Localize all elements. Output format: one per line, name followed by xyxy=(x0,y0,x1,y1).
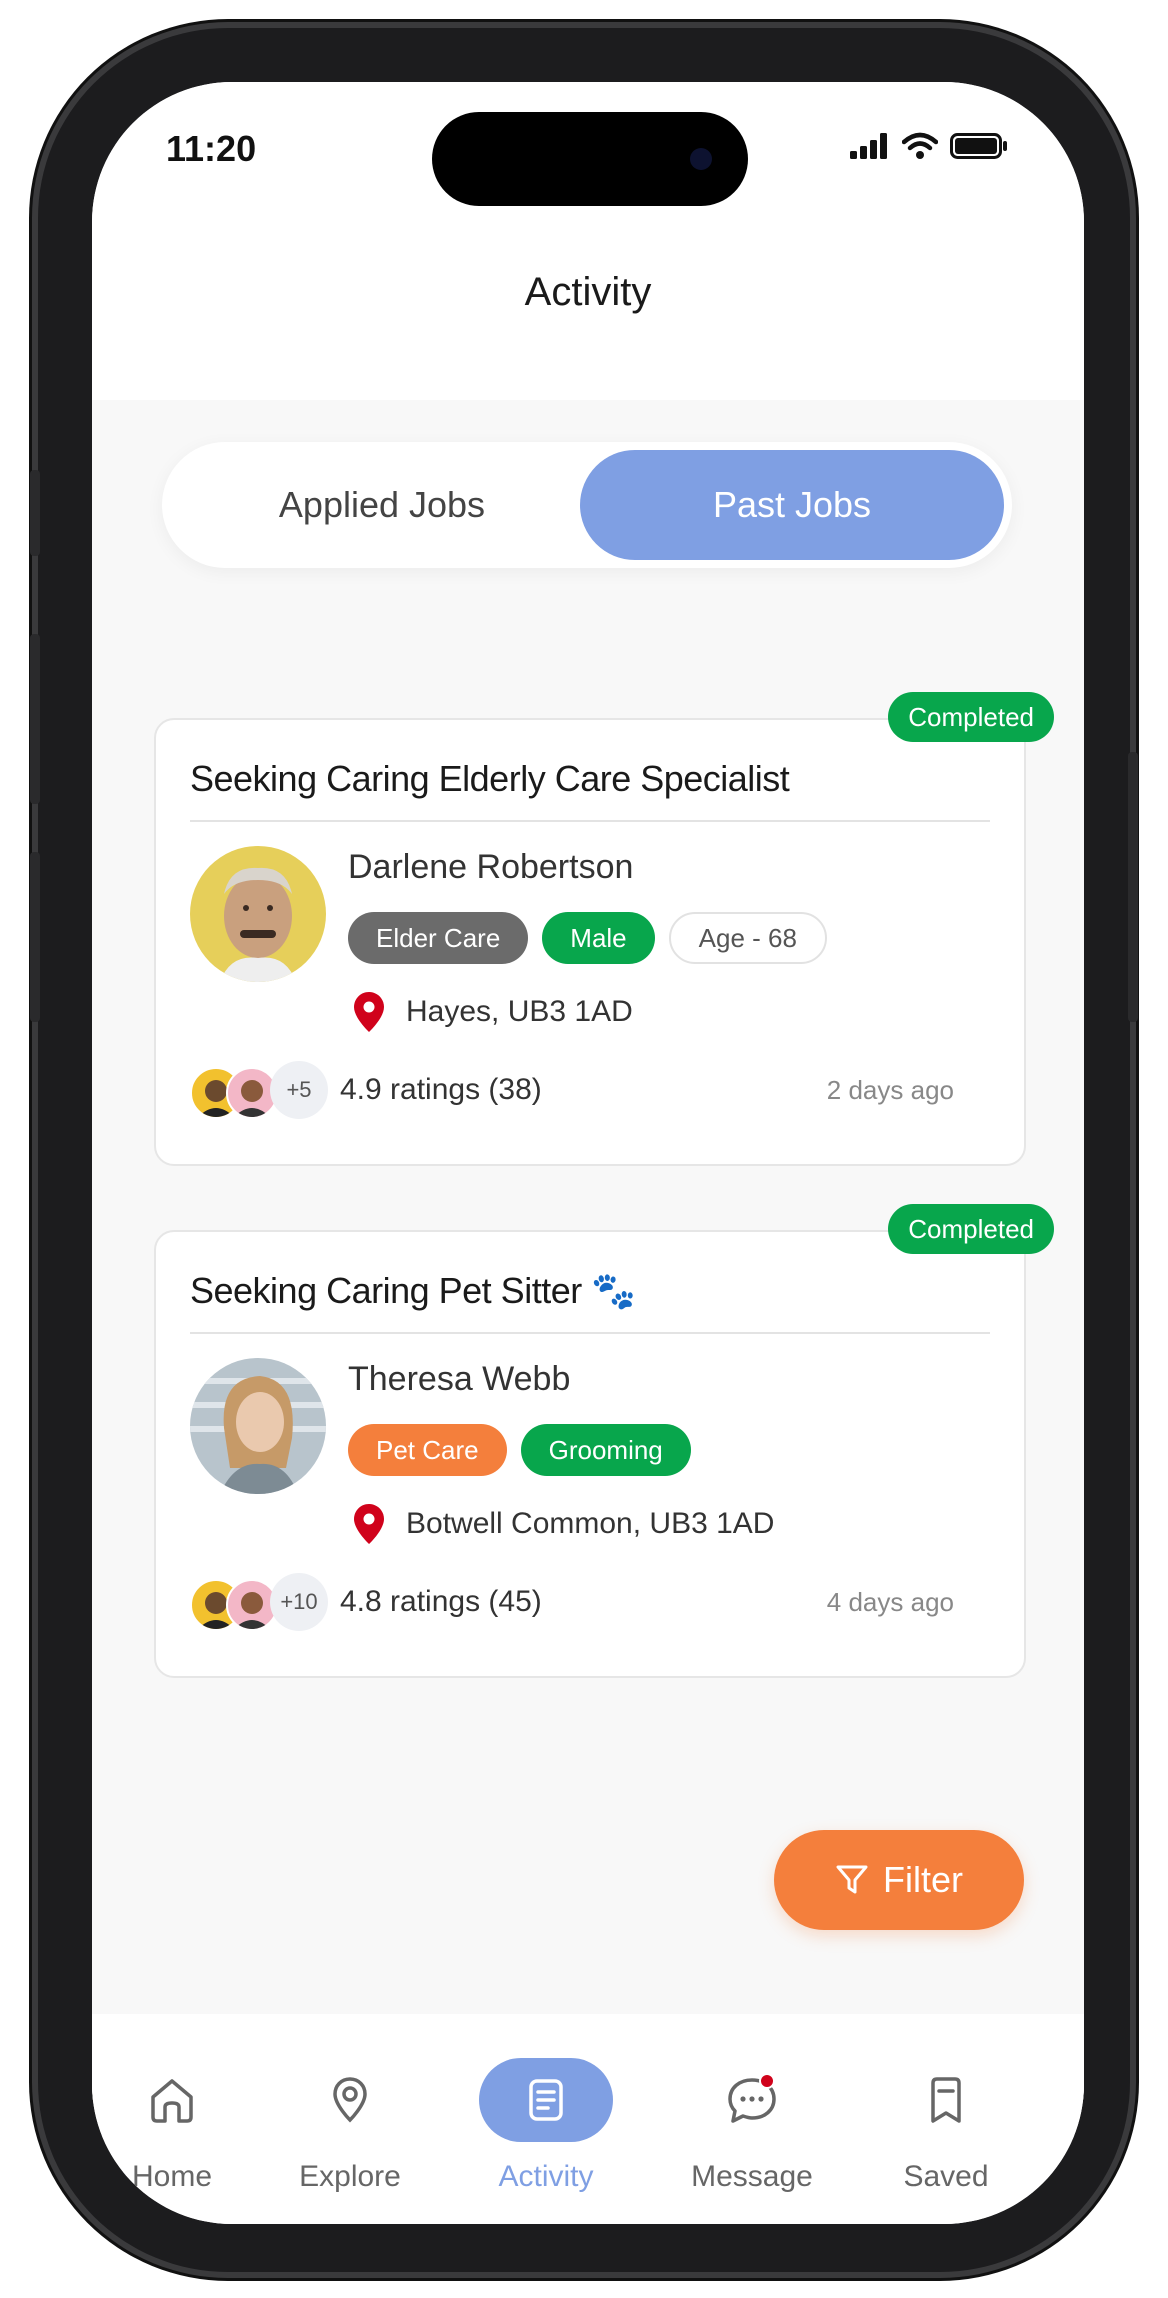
reviewer-avatars: +5 xyxy=(190,1061,332,1119)
bottom-navigation: Home Explore Activity Message Saved xyxy=(92,2014,1084,2224)
status-icons xyxy=(850,132,1008,160)
rating-text: 4.9 ratings (38) xyxy=(340,1073,542,1106)
filter-label: Filter xyxy=(883,1859,963,1900)
chat-bubble-icon xyxy=(728,2073,776,2123)
nav-label: Home xyxy=(131,2160,213,2193)
tag-chip: Grooming xyxy=(520,1424,691,1476)
location-row: Hayes, UB3 1AD xyxy=(354,992,633,1032)
status-badge: Completed xyxy=(888,1204,1054,1254)
filter-icon xyxy=(836,1865,868,1894)
tag-chip: Age - 68 xyxy=(668,912,827,964)
phone-screen: 11:20 Activity Applied Jobs Past Jobs Co… xyxy=(92,82,1084,2224)
job-card[interactable]: Completed Seeking Caring Elderly Care Sp… xyxy=(154,692,1054,1166)
tag-chip: Male xyxy=(542,912,655,964)
segmented-tabs: Applied Jobs Past Jobs xyxy=(162,442,1012,568)
tab-applied-jobs[interactable]: Applied Jobs xyxy=(170,450,594,560)
tag-list: Pet Care Grooming xyxy=(348,1424,691,1476)
bookmark-icon xyxy=(931,2077,961,2123)
rating-text: 4.8 ratings (45) xyxy=(340,1585,542,1618)
posted-time: 4 days ago xyxy=(826,1586,954,1617)
nav-home[interactable]: Home xyxy=(92,2058,252,2194)
job-title: Seeking Caring Elderly Care Specialist xyxy=(190,758,790,799)
nav-message[interactable]: Message xyxy=(672,2058,832,2194)
nav-label: Activity xyxy=(498,2160,594,2193)
rating-row: +10 4.8 ratings (45) 4 days ago xyxy=(190,1572,954,1632)
nav-explore[interactable]: Explore xyxy=(270,2058,430,2194)
camera-dot xyxy=(690,148,712,170)
home-icon xyxy=(151,2079,193,2123)
tag-chip: Pet Care xyxy=(348,1424,507,1476)
nav-label: Explore xyxy=(299,2160,401,2193)
nav-label: Saved xyxy=(903,2160,989,2193)
nav-label: Message xyxy=(691,2160,813,2193)
divider xyxy=(190,820,990,822)
person-name: Darlene Robertson xyxy=(348,848,634,886)
location-row: Botwell Common, UB3 1AD xyxy=(354,1504,774,1544)
filter-button[interactable]: Filter xyxy=(774,1830,1024,1930)
posted-time: 2 days ago xyxy=(826,1074,954,1105)
tag-list: Elder Care Male Age - 68 xyxy=(348,912,827,964)
nav-activity[interactable]: Activity xyxy=(466,2058,626,2194)
location-pin-icon xyxy=(354,992,384,1032)
rating-row: +5 4.9 ratings (38) 2 days ago xyxy=(190,1060,954,1120)
document-icon xyxy=(529,2079,563,2121)
volume-down-button xyxy=(30,852,40,1022)
reviewer-avatars: +10 xyxy=(190,1573,332,1631)
avatar xyxy=(190,846,326,982)
divider xyxy=(190,1332,990,1334)
mute-switch xyxy=(30,470,40,556)
status-bar: 11:20 xyxy=(92,82,1084,242)
wifi-icon xyxy=(902,132,938,159)
signal-icon xyxy=(850,133,887,159)
battery-icon xyxy=(950,133,1007,159)
status-badge: Completed xyxy=(888,692,1054,742)
tag-chip: Elder Care xyxy=(348,912,529,964)
more-count: +5 xyxy=(270,1061,328,1119)
person-name: Theresa Webb xyxy=(348,1360,571,1398)
location-text: Botwell Common, UB3 1AD xyxy=(406,1507,775,1540)
page-header: Activity xyxy=(92,242,1084,400)
more-count: +10 xyxy=(270,1573,328,1631)
location-text: Hayes, UB3 1AD xyxy=(406,995,633,1028)
avatar xyxy=(190,1358,326,1494)
location-pin-icon xyxy=(333,2077,367,2123)
dynamic-island xyxy=(432,112,748,206)
page-title: Activity xyxy=(524,270,652,314)
location-pin-icon xyxy=(354,1504,384,1544)
job-card[interactable]: Completed Seeking Caring Pet Sitter 🐾 Th… xyxy=(154,1204,1054,1678)
main-content: Applied Jobs Past Jobs Completed Seeking… xyxy=(92,400,1084,2100)
tab-past-jobs[interactable]: Past Jobs xyxy=(580,450,1004,560)
status-time: 11:20 xyxy=(166,128,257,169)
nav-saved[interactable]: Saved xyxy=(866,2058,1026,2194)
power-button xyxy=(1128,752,1138,1022)
job-title: Seeking Caring Pet Sitter 🐾 xyxy=(190,1270,636,1311)
volume-up-button xyxy=(30,634,40,804)
